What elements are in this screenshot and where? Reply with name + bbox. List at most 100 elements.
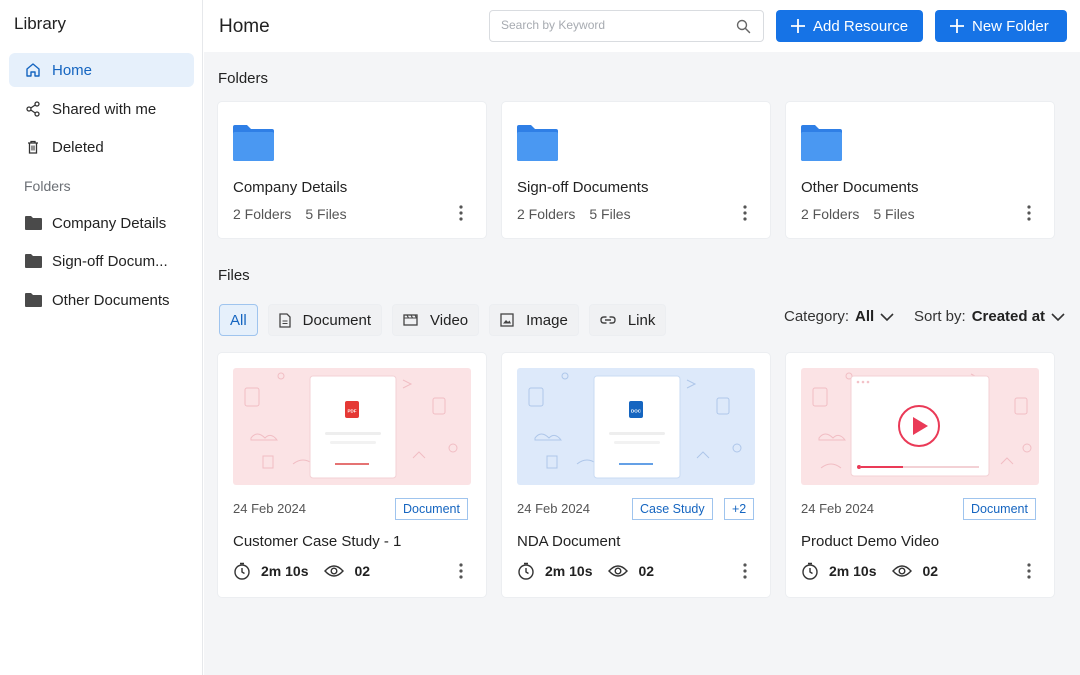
nav-item-deleted[interactable]: Deleted [9, 130, 194, 164]
eye-icon [324, 564, 345, 578]
folder-icon [24, 291, 42, 309]
sidebar-folders-heading: Folders [24, 178, 71, 194]
more-options-icon[interactable] [735, 203, 755, 223]
sidebar-title: Library [14, 14, 66, 33]
resource-stats: 2m 10s 02 [517, 562, 670, 580]
sidebar-folder-label: Other Documents [52, 291, 170, 309]
tab-image[interactable]: Image [489, 304, 579, 336]
more-tags-badge[interactable]: +2 [724, 498, 755, 520]
more-options-icon[interactable] [735, 561, 755, 581]
resource-name: Product Demo Video [801, 533, 940, 550]
more-options-icon[interactable] [451, 203, 471, 223]
trash-icon [24, 138, 42, 156]
sidebar-folder-sign-off[interactable]: Sign-off Docum... [9, 244, 194, 278]
folder-name: Sign-off Documents [517, 179, 649, 196]
tab-all[interactable]: All [219, 304, 258, 336]
share-icon [24, 100, 42, 118]
resource-thumbnail: DOC [517, 368, 755, 485]
sidebar: Library Home Shared with me Deleted Fold… [0, 0, 203, 675]
add-resource-label: Add Resource [813, 17, 909, 35]
resource-stats: 2m 10s 02 [801, 562, 954, 580]
folder-meta: 2 Folders 5 Files [517, 206, 645, 222]
tab-label: Link [627, 311, 656, 329]
files-section-title: Files [218, 267, 250, 284]
file-count: 5 Files [873, 206, 915, 222]
search-icon[interactable] [736, 19, 751, 39]
folder-card[interactable]: Sign-off Documents 2 Folders 5 Files [502, 102, 770, 238]
folder-meta: 2 Folders 5 Files [233, 206, 361, 222]
tab-document[interactable]: Document [267, 304, 383, 336]
resource-card[interactable]: 24 Feb 2024 Document Product Demo Video … [786, 353, 1054, 597]
search-box [489, 10, 764, 42]
sidebar-folder-company-details[interactable]: Company Details [9, 206, 194, 240]
timer-icon [801, 562, 819, 580]
category-value: All [855, 308, 875, 325]
folder-icon [801, 125, 842, 166]
sidebar-folder-label: Company Details [52, 214, 167, 232]
folder-meta: 2 Folders 5 Files [801, 206, 929, 222]
folder-icon [24, 214, 42, 232]
add-resource-button[interactable]: Add Resource [776, 10, 923, 42]
new-folder-button[interactable]: New Folder [935, 10, 1067, 42]
nav-item-home[interactable]: Home [9, 53, 194, 87]
folder-count: 2 Folders [801, 206, 860, 222]
duration: 2m 10s [545, 563, 593, 579]
folder-count: 2 Folders [517, 206, 576, 222]
video-icon [403, 314, 418, 326]
doc-badge: DOC [631, 409, 642, 414]
view-count: 02 [638, 563, 655, 579]
doc-document-preview: DOC [593, 375, 681, 479]
sort-value: Created at [971, 308, 1046, 325]
more-options-icon[interactable] [451, 561, 471, 581]
resource-thumbnail: PDF [233, 368, 471, 485]
home-icon [24, 61, 42, 79]
folder-icon [517, 125, 558, 166]
folder-name: Company Details [233, 179, 348, 196]
view-count: 02 [922, 563, 939, 579]
image-icon [500, 313, 514, 327]
nav-item-label: Home [52, 61, 93, 79]
tab-label: Image [526, 311, 568, 329]
folder-count: 2 Folders [233, 206, 292, 222]
nav-item-label: Deleted [52, 138, 104, 156]
sort-filter[interactable]: Sort by: Created at [914, 308, 1065, 325]
document-icon [279, 312, 291, 328]
folder-card[interactable]: Other Documents 2 Folders 5 Files [786, 102, 1054, 238]
resource-thumbnail [801, 368, 1039, 485]
folder-icon [24, 252, 42, 270]
duration: 2m 10s [261, 563, 309, 579]
view-count: 02 [354, 563, 371, 579]
category-tag: Document [963, 498, 1036, 520]
resource-card[interactable]: PDF 24 Feb 2024 Document Customer Case S… [218, 353, 486, 597]
category-filter[interactable]: Category: All [784, 308, 894, 325]
category-tag: Case Study [632, 498, 713, 520]
main-content: Home Add Resource New Folder Folders Com… [204, 0, 1080, 675]
chevron-down-icon [1051, 312, 1065, 321]
more-options-icon[interactable] [1019, 561, 1039, 581]
page-title: Home [219, 16, 270, 37]
chevron-down-icon [880, 312, 894, 321]
resource-date: 24 Feb 2024 [801, 501, 875, 516]
tab-video[interactable]: Video [392, 304, 480, 336]
pdf-badge: PDF [348, 409, 357, 414]
resource-card[interactable]: DOC 24 Feb 2024 Case Study +2 NDA Docume… [502, 353, 770, 597]
file-count: 5 Files [589, 206, 631, 222]
folder-name: Other Documents [801, 179, 919, 196]
category-tag: Document [395, 498, 468, 520]
file-type-tabs: All Document Video Image Link [219, 304, 667, 336]
nav-item-shared[interactable]: Shared with me [9, 92, 194, 126]
folders-section-title: Folders [218, 70, 269, 87]
more-options-icon[interactable] [1019, 203, 1039, 223]
sidebar-folder-other-documents[interactable]: Other Documents [9, 283, 194, 317]
search-input[interactable] [501, 18, 731, 32]
folder-card[interactable]: Company Details 2 Folders 5 Files [218, 102, 486, 238]
new-folder-label: New Folder [972, 17, 1049, 35]
eye-icon [892, 564, 913, 578]
tab-label: Video [430, 311, 469, 329]
tab-link[interactable]: Link [588, 304, 667, 336]
resource-date: 24 Feb 2024 [233, 501, 307, 516]
timer-icon [233, 562, 251, 580]
resource-name: NDA Document [517, 533, 621, 550]
sort-label: Sort by: [914, 308, 966, 325]
plus-icon [791, 19, 805, 33]
